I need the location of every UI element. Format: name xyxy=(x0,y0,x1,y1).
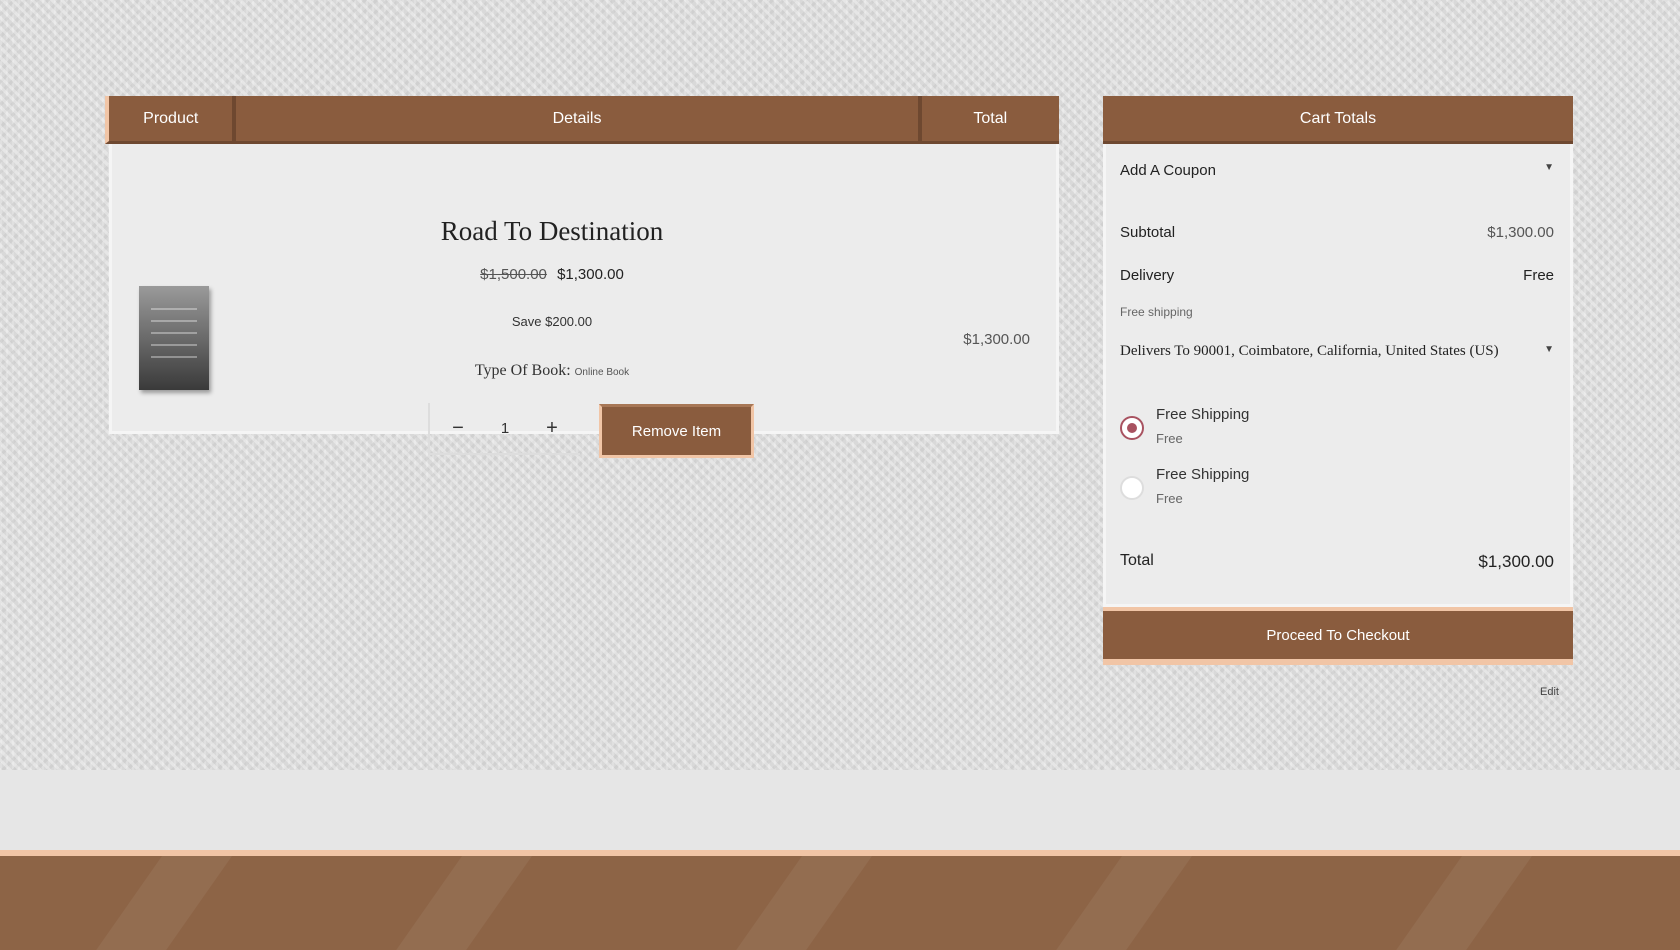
remove-item-button[interactable]: Remove Item xyxy=(599,404,754,458)
chevron-down-icon: ▼ xyxy=(1544,344,1554,355)
delivers-to-toggle[interactable]: Delivers To 90001, Coimbatore, Californi… xyxy=(1120,344,1554,359)
price-line: $1,500.00 $1,300.00 xyxy=(112,266,992,283)
total-label: Total xyxy=(1120,552,1154,569)
cart-totals-heading: Cart Totals xyxy=(1103,96,1573,144)
shipping-option-title: Free Shipping xyxy=(1156,466,1250,483)
book-type-value: Online Book xyxy=(574,367,630,378)
footer-band xyxy=(0,850,1680,950)
cart-item-row: Road To Destination $1,500.00 $1,300.00 … xyxy=(109,144,1059,458)
shipping-option-title: Free Shipping xyxy=(1156,406,1250,423)
chevron-down-icon: ▼ xyxy=(1544,162,1554,173)
shipping-option[interactable]: Free Shipping Free xyxy=(1120,406,1249,446)
header-product: Product xyxy=(109,96,237,141)
background-fade xyxy=(0,770,1680,850)
delivery-value: Free xyxy=(1523,267,1554,284)
coupon-toggle[interactable]: Add A Coupon ▼ xyxy=(1120,162,1554,179)
shipping-option[interactable]: Free Shipping Free xyxy=(1120,466,1249,506)
delivery-row: Delivery Free xyxy=(1120,267,1554,284)
minus-icon[interactable]: − xyxy=(446,417,470,440)
cart-table: Product Details Total Road To Destinatio… xyxy=(105,96,1059,458)
book-type: Type Of Book: Online Book xyxy=(112,362,992,380)
header-total: Total xyxy=(973,109,1008,127)
line-total: $1,300.00 xyxy=(963,331,1030,348)
shipping-note: Free shipping xyxy=(1120,305,1193,319)
book-type-label: Type Of Book: xyxy=(474,362,571,379)
plus-icon[interactable]: + xyxy=(540,417,564,440)
delivery-label: Delivery xyxy=(1120,267,1175,284)
cart-table-header: Product Details Total xyxy=(105,96,1059,144)
delivers-to-text: Delivers To 90001, Coimbatore, Californi… xyxy=(1120,343,1499,359)
shipping-option-price: Free xyxy=(1156,491,1183,506)
radio-icon[interactable] xyxy=(1120,416,1144,440)
edit-link[interactable]: Edit xyxy=(1540,686,1559,698)
quantity-value[interactable]: 1 xyxy=(501,420,509,437)
header-details: Details xyxy=(236,96,922,141)
shipping-option-price: Free xyxy=(1156,431,1183,446)
savings-text: Save $200.00 xyxy=(511,314,593,329)
total-row: Total $1,300.00 xyxy=(1120,552,1554,572)
subtotal-row: Subtotal $1,300.00 xyxy=(1120,224,1554,241)
radio-icon[interactable] xyxy=(1120,476,1144,500)
coupon-label: Add A Coupon xyxy=(1120,162,1216,179)
original-price: $1,500.00 xyxy=(480,266,547,283)
proceed-to-checkout-button[interactable]: Proceed To Checkout xyxy=(1103,607,1573,665)
quantity-stepper: − 1 + xyxy=(428,403,580,455)
subtotal-value: $1,300.00 xyxy=(1487,224,1554,241)
subtotal-label: Subtotal xyxy=(1120,224,1176,241)
cart-totals-panel: Cart Totals Add A Coupon ▼ Subtotal $1,3… xyxy=(1103,96,1573,698)
total-value: $1,300.00 xyxy=(1478,552,1554,571)
cart-totals-body: Add A Coupon ▼ Subtotal $1,300.00 Delive… xyxy=(1103,144,1573,607)
sale-price: $1,300.00 xyxy=(557,266,624,283)
product-title[interactable]: Road To Destination xyxy=(112,216,992,247)
